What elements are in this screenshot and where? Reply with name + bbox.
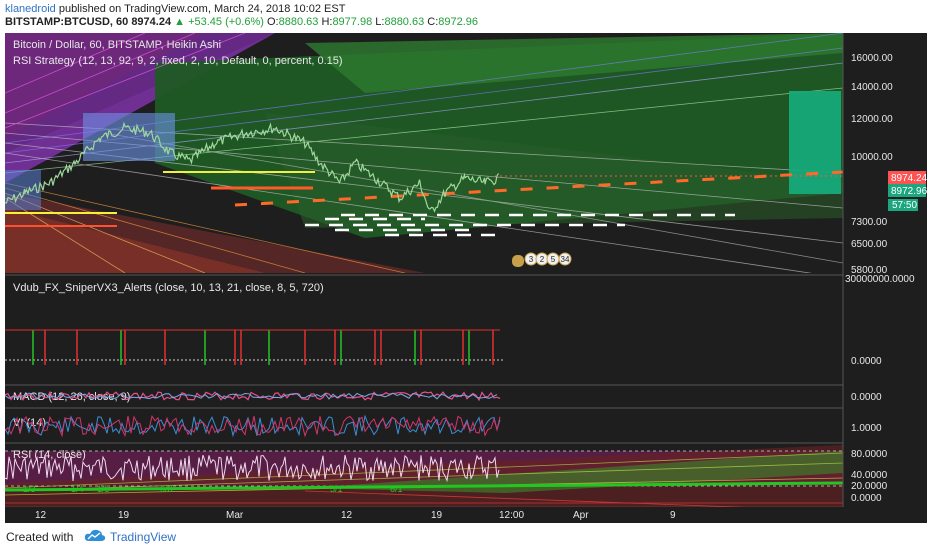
price-tick: 16000.00	[851, 53, 893, 64]
price-tick: 10000.00	[851, 152, 893, 163]
close-value: 8972.96	[438, 16, 479, 28]
high-label: H:	[321, 16, 333, 28]
rsi-pane-drawings	[5, 445, 843, 507]
event-badge-label: 2	[540, 255, 545, 264]
bar-timer-text: 57:50	[892, 200, 917, 211]
event-badge-label: 3	[529, 255, 534, 264]
flag-icon[interactable]	[512, 255, 524, 267]
sniper-tick: 0.0000	[851, 356, 882, 367]
time-tick: 12:00	[499, 510, 524, 521]
rsi-tick: 0.0000	[851, 493, 882, 504]
price-tick: 7300.00	[851, 217, 888, 228]
symbol-label: BITSTAMP:BTCUSD, 60	[5, 16, 129, 28]
last-price: 8974.24	[131, 16, 172, 28]
macd-pane-title: MACD (12, 26, close, 9)	[13, 391, 130, 403]
rsi-tick: 20.0000	[851, 481, 888, 492]
time-tick: 19	[431, 510, 443, 521]
vi-tick: 1.0000	[851, 423, 882, 434]
chart-svg[interactable]: Bitcoin / Dollar, 60, BITSTAMP, Heikin A…	[5, 33, 927, 523]
target-box	[789, 91, 841, 194]
time-tick: 12	[341, 510, 353, 521]
open-label: O:	[266, 16, 279, 28]
sniper-tick: 30000000.0000	[845, 274, 915, 285]
event-badge-label: 34	[561, 255, 570, 264]
header: klanedroid published on TradingView.com,…	[0, 0, 932, 30]
rsi-label: 6/8	[160, 484, 173, 494]
blue-range-box	[5, 170, 41, 210]
rsi-label: 1/4	[71, 484, 84, 494]
macd-tick: 0.0000	[851, 392, 882, 403]
rsi-tick: 40.0000	[851, 470, 888, 481]
close-label: C:	[427, 16, 439, 28]
rsi-label: 1/3	[23, 484, 36, 494]
time-axis[interactable]	[5, 507, 927, 523]
rsi-label: 1/5	[97, 484, 110, 494]
rsi-label: 6/1	[390, 484, 403, 494]
time-tick: 12	[35, 510, 47, 521]
low-value: 8880.63	[384, 16, 425, 28]
chart-area[interactable]: Bitcoin / Dollar, 60, BITSTAMP, Heikin A…	[5, 33, 927, 523]
sniper-pane-title: Vdub_FX_SniperVX3_Alerts (close, 10, 13,…	[13, 282, 324, 294]
tradingview-link[interactable]: TradingView	[110, 530, 176, 544]
publish-line: klanedroid published on TradingView.com,…	[5, 3, 345, 15]
time-tick: 19	[118, 510, 130, 521]
footer: Created with TradingView	[0, 523, 932, 550]
username-link[interactable]: klanedroid	[5, 3, 56, 15]
high-value: 8977.98	[332, 16, 373, 28]
blue-range-box	[83, 113, 175, 161]
time-tick: Apr	[573, 510, 589, 521]
event-badge-label: 5	[551, 255, 556, 264]
last-price-tag-text: 8974.24	[891, 173, 927, 184]
published-text: published on TradingView.com, March 24, …	[58, 3, 346, 15]
main-pane-title: Bitcoin / Dollar, 60, BITSTAMP, Heikin A…	[13, 39, 221, 51]
event-badges[interactable]: 3 2 5 34	[512, 252, 572, 267]
price-change: ▲ +53.45 (+0.6%)	[174, 16, 264, 28]
rsi-tick: 80.0000	[851, 449, 888, 460]
price-tick: 6500.00	[851, 239, 888, 250]
open-value: 8880.63	[278, 16, 319, 28]
main-pane-drawings	[5, 33, 843, 273]
time-tick: 9	[670, 510, 676, 521]
tradingview-cloud-icon[interactable]	[83, 527, 107, 543]
rsi-label: 5/1	[330, 484, 343, 494]
rsi-pane-title: RSI (14, close)	[13, 449, 86, 461]
strategy-title: RSI Strategy (12, 13, 92, 9, 2, fixed, 2…	[13, 55, 343, 67]
price-tick: 12000.00	[851, 114, 893, 125]
close-price-tag-text: 8972.96	[891, 186, 927, 197]
price-tick: 14000.00	[851, 82, 893, 93]
time-tick: Mar	[226, 510, 244, 521]
ohlc-line: BITSTAMP:BTCUSD, 60 8974.24 ▲ +53.45 (+0…	[5, 16, 478, 28]
created-with-text: Created with	[6, 530, 74, 544]
